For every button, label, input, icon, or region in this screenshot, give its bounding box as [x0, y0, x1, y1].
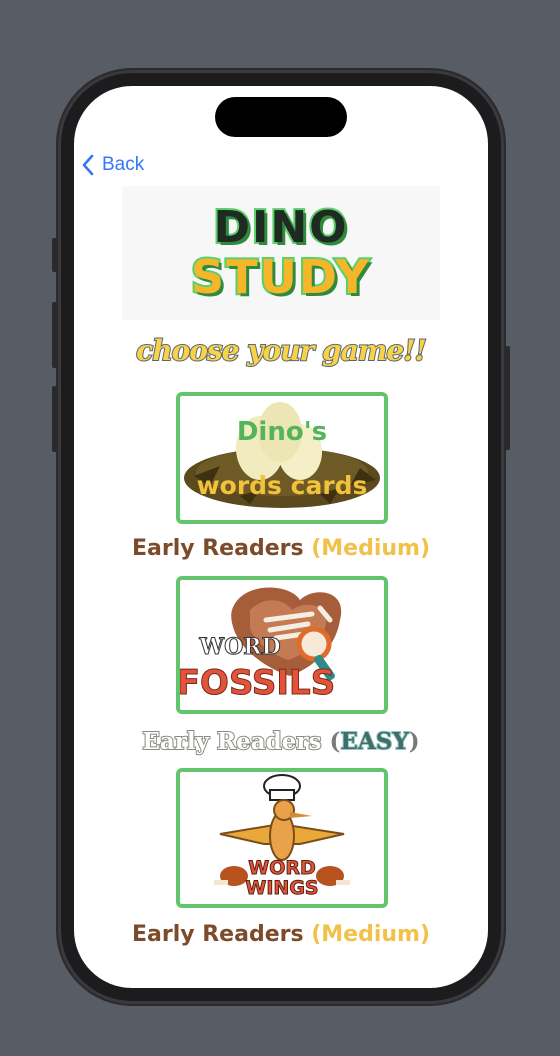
- back-button[interactable]: Back: [82, 152, 144, 178]
- game3-caption: Early Readers (Medium): [74, 922, 488, 947]
- game2-caption-level: EASY: [339, 727, 409, 756]
- game2-title-bottom: FOSSILS: [180, 663, 335, 703]
- app-screen: Back DINO STUDY choose your game!! Dino'…: [74, 86, 488, 988]
- volume-down-button: [52, 386, 58, 452]
- pterodactyl-chef-illustration: WORD WINGS: [214, 774, 350, 900]
- dynamic-island: [215, 97, 347, 137]
- dino-study-logo: DINO STUDY: [122, 186, 440, 320]
- action-button: [52, 238, 58, 272]
- chevron-left-icon: [82, 154, 94, 176]
- game1-title-bottom: words cards: [197, 471, 368, 500]
- game1-title-top: Dino's: [237, 417, 327, 447]
- game2-caption-main: Early Readers: [141, 727, 330, 756]
- game1-caption: Early Readers (Medium): [74, 536, 488, 561]
- game3-caption-main: Early Readers: [131, 922, 312, 947]
- game-card-dino-words[interactable]: Dino's words cards: [176, 392, 388, 524]
- nest-eggs-illustration: Dino's words cards: [184, 402, 380, 508]
- power-button: [504, 346, 510, 450]
- game-card-word-wings[interactable]: WORD WINGS: [176, 768, 388, 908]
- game2-caption: Early Readers (EASY): [74, 727, 488, 756]
- game3-title-bottom: WINGS: [245, 877, 318, 899]
- back-label: Back: [102, 154, 145, 175]
- game2-title-top: WORD: [198, 634, 280, 660]
- game-card-word-fossils[interactable]: WORD FOSSILS: [176, 576, 388, 714]
- game2-caption-paren-close: ): [408, 728, 420, 755]
- game1-caption-main: Early Readers: [131, 536, 312, 561]
- logo-line-1: DINO: [211, 202, 349, 254]
- game3-title-top: WORD: [248, 857, 316, 879]
- volume-up-button: [52, 302, 58, 368]
- game2-caption-paren-open: (: [329, 728, 341, 755]
- fossil-illustration: WORD FOSSILS: [180, 587, 342, 704]
- logo-line-2: STUDY: [189, 250, 371, 304]
- game3-caption-level: (Medium): [311, 922, 431, 947]
- game1-caption-level: (Medium): [311, 536, 431, 561]
- page-title: choose your game!!: [135, 333, 428, 368]
